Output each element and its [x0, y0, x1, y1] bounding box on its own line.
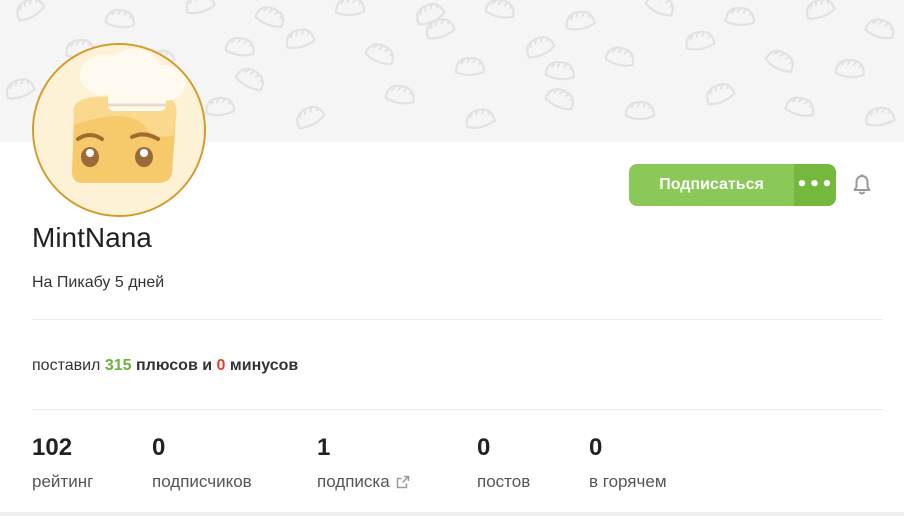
dumpling-pattern-icon [526, 36, 556, 59]
stat-value: 0 [477, 434, 491, 461]
dumpling-pattern-icon [724, 6, 755, 27]
stat-value: 0 [589, 434, 603, 461]
dumpling-pattern-icon [624, 100, 656, 121]
dumpling-pattern-icon [784, 96, 815, 117]
dumpling-pattern-icon [205, 96, 236, 117]
dumpling-pattern-icon [234, 67, 264, 92]
dumpling-pattern-icon [644, 0, 674, 17]
bell-icon[interactable] [850, 173, 874, 197]
more-dots-icon: ••• [796, 174, 834, 195]
dumpling-pattern-icon [685, 30, 716, 51]
avatar[interactable] [32, 43, 206, 217]
member-since: На Пикабу 5 дней [32, 274, 165, 291]
stat-hot[interactable]: 0 в горячем [589, 434, 667, 492]
minus-word: минусов [229, 357, 299, 374]
dumpling-pattern-icon [834, 58, 865, 79]
dumpling-pattern-icon [805, 0, 836, 20]
votes-prefix: поставил [32, 357, 101, 374]
username: MintNana [32, 222, 152, 253]
dumpling-pattern-icon [5, 78, 36, 100]
plus-count: 315 [104, 357, 132, 374]
votes-summary: поставил 315 плюсов и 0 минусов [32, 357, 298, 375]
plus-word: плюсов и [136, 357, 213, 374]
dumpling-pattern-icon [705, 83, 736, 106]
dumpling-pattern-icon [285, 28, 316, 49]
minus-count: 0 [216, 357, 226, 374]
dumpling-pattern-icon [865, 106, 896, 127]
stat-posts[interactable]: 0 постов [477, 434, 530, 492]
dumpling-pattern-icon [864, 18, 895, 40]
stat-value: 1 [317, 434, 331, 461]
stat-subscribers[interactable]: 0 подписчиков [152, 434, 252, 492]
stat-label: в горячем [589, 472, 667, 491]
dumpling-pattern-icon [104, 8, 135, 29]
dumpling-pattern-icon [764, 49, 794, 74]
divider [32, 319, 883, 320]
stat-label-wrap: подписка [317, 472, 410, 492]
dumpling-pattern-icon [185, 0, 216, 15]
external-link-icon[interactable] [396, 475, 410, 489]
stat-label: подписка [317, 472, 390, 491]
dumpling-pattern-icon [224, 36, 255, 57]
subscribe-group: Подписаться ••• [629, 164, 836, 206]
divider [32, 409, 883, 410]
dumpling-pattern-icon [254, 6, 285, 28]
stat-value: 102 [32, 434, 73, 461]
stat-label: рейтинг [32, 472, 94, 491]
dumpling-pattern-icon [454, 56, 486, 77]
stat-rating: 102 рейтинг [32, 434, 93, 492]
dumpling-pattern-icon [565, 10, 596, 31]
stat-subscriptions[interactable]: 1 подписка [317, 434, 410, 492]
stat-value: 0 [152, 434, 166, 461]
dumpling-pattern-icon [484, 0, 515, 19]
dumpling-pattern-icon [384, 84, 415, 105]
profile-card: Подписаться ••• MintNana На Пикабу 5 дне… [0, 0, 904, 516]
dumpling-pattern-icon [296, 105, 326, 130]
dumpling-pattern-icon [604, 46, 635, 67]
card-bottom-edge [0, 512, 904, 516]
stat-label: подписчиков [152, 472, 252, 491]
chef-toast-avatar-icon [34, 45, 204, 215]
dumpling-pattern-icon [16, 0, 46, 22]
dumpling-pattern-icon [335, 0, 366, 17]
more-options-button[interactable]: ••• [794, 164, 836, 206]
dumpling-pattern-icon [425, 18, 456, 40]
dumpling-pattern-icon [544, 88, 575, 111]
dumpling-pattern-icon [465, 108, 496, 129]
subscribe-button[interactable]: Подписаться [629, 164, 794, 206]
dumpling-pattern-icon [364, 43, 395, 66]
stat-label: постов [477, 472, 531, 491]
dumpling-pattern-icon [544, 60, 575, 81]
